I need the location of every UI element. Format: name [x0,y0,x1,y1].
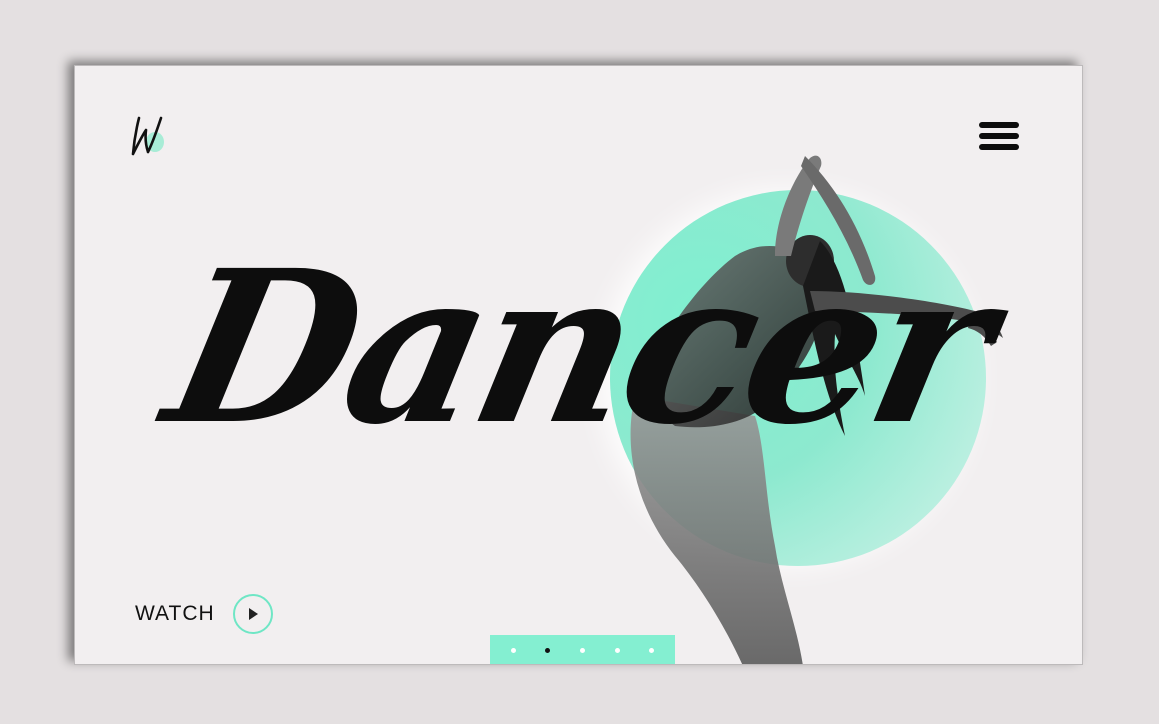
watch-button[interactable]: WATCH [135,594,273,634]
dancer-image [630,155,1003,664]
pager-dot[interactable] [649,648,655,653]
hero-card: Dancer WATCH [74,65,1083,665]
watch-label: WATCH [135,602,215,625]
pager-dot[interactable] [614,648,620,653]
pager-dot[interactable] [579,648,585,653]
slide-pager [490,635,675,664]
pager-dot[interactable] [545,648,551,653]
pager-dot[interactable] [510,648,516,653]
play-icon[interactable] [232,594,273,634]
